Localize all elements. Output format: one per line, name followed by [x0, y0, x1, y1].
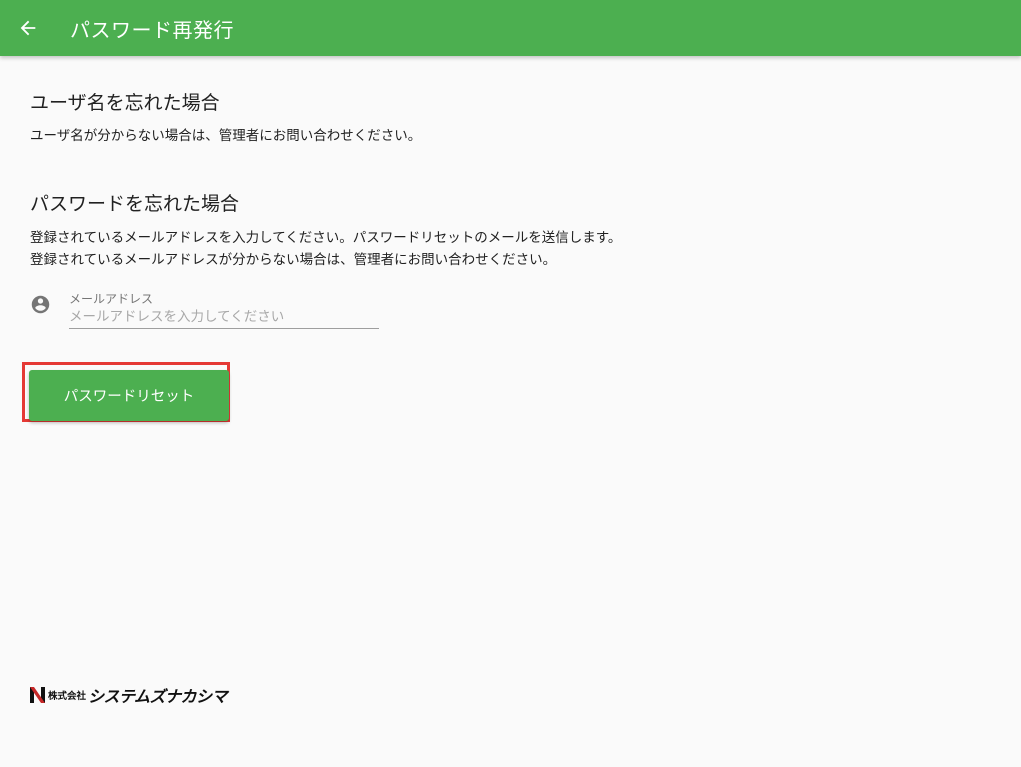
app-bar: パスワード再発行	[0, 0, 1021, 56]
password-section-description-line1: 登録されているメールアドレスを入力してください。パスワードリセットのメールを送信…	[30, 230, 622, 246]
company-logo-mark	[30, 687, 45, 703]
account-circle-icon	[30, 294, 51, 315]
email-field: メールアドレス	[30, 290, 390, 332]
password-section-heading: パスワードを忘れた場合	[30, 193, 240, 215]
company-logo-name: システムズナカシマ	[88, 687, 228, 706]
page-title: パスワード再発行	[70, 17, 234, 42]
username-section-description: ユーザ名が分からない場合は、管理者にお問い合わせください。	[30, 128, 422, 144]
email-field-label: メールアドレス	[69, 292, 154, 306]
arrow-left-icon	[20, 20, 36, 36]
company-logo: 株式会社 システムズナカシマ	[30, 685, 228, 706]
password-reset-button[interactable]: パスワードリセット	[29, 370, 229, 421]
email-input[interactable]	[69, 306, 379, 329]
password-section-description-line2: 登録されているメールアドレスが分からない場合は、管理者にお問い合わせください。	[30, 252, 557, 268]
username-section-heading: ユーザ名を忘れた場合	[30, 92, 220, 114]
back-button[interactable]	[0, 0, 56, 56]
company-logo-prefix: 株式会社	[48, 691, 87, 702]
